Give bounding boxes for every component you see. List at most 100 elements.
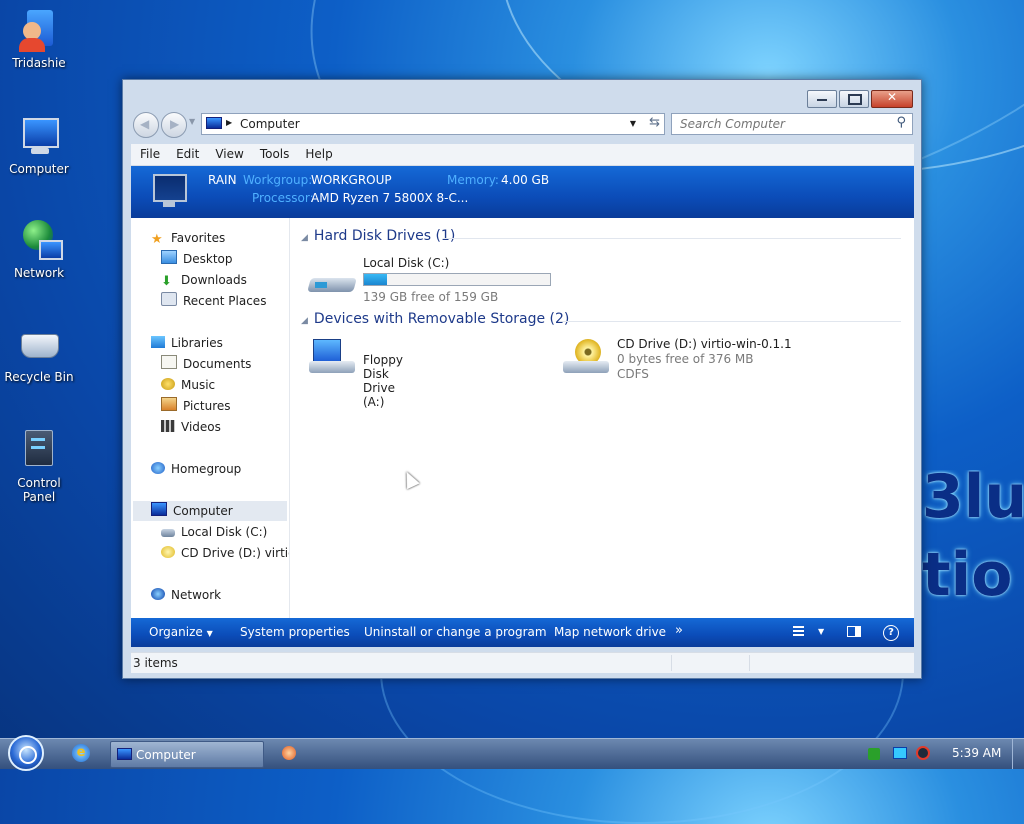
- action-center-icon[interactable]: [868, 748, 880, 760]
- display-icon[interactable]: [893, 747, 907, 759]
- breadcrumb-separator-icon: ▶: [226, 118, 233, 127]
- menu-tools[interactable]: Tools: [251, 144, 297, 161]
- documents-icon: [161, 355, 177, 369]
- music-icon: [161, 378, 175, 390]
- chevron-down-icon: ▼: [818, 627, 825, 636]
- details-header: RAIN Workgroup: WORKGROUP Memory: 4.00 G…: [131, 166, 914, 218]
- floppy-drive-icon: [313, 339, 341, 363]
- nav-documents[interactable]: Documents: [161, 354, 251, 374]
- group-removable-storage[interactable]: ◢ Devices with Removable Storage (2): [301, 311, 569, 327]
- volume-muted-icon[interactable]: [916, 746, 930, 760]
- workgroup-value: WORKGROUP: [311, 173, 392, 187]
- view-options-dropdown[interactable]: ▼: [818, 627, 824, 636]
- search-input[interactable]: [678, 116, 882, 132]
- drive-free-space: 0 bytes free of 376 MB: [617, 352, 754, 366]
- address-bar[interactable]: ▶ Computer ▼ ⇆: [201, 113, 665, 135]
- preview-pane-button[interactable]: [847, 626, 861, 640]
- maximize-icon: [848, 94, 862, 105]
- group-divider: [443, 238, 901, 239]
- back-button[interactable]: ◀: [133, 112, 159, 138]
- libraries-icon: [151, 336, 165, 348]
- drive-name: Floppy Disk Drive (A:): [363, 353, 403, 409]
- drive-file-system: CDFS: [617, 367, 649, 381]
- system-clock[interactable]: 5:39 AM: [952, 746, 1001, 760]
- address-dropdown-icon[interactable]: ▼: [630, 119, 636, 128]
- menu-file[interactable]: File: [131, 144, 167, 161]
- computer-icon: [151, 502, 167, 516]
- menu-view[interactable]: View: [206, 144, 250, 161]
- drive-name: CD Drive (D:) virtio-win-0.1.1: [617, 337, 792, 351]
- recent-pages-dropdown[interactable]: ▼: [189, 117, 195, 126]
- desktop-icon-label: Computer: [9, 162, 69, 176]
- show-desktop-button[interactable]: [1012, 739, 1024, 769]
- nav-homegroup[interactable]: Homegroup: [151, 459, 241, 479]
- nav-libraries[interactable]: Libraries: [151, 333, 223, 353]
- workgroup-label: Workgroup:: [243, 173, 313, 187]
- group-hard-disk-drives[interactable]: ◢ Hard Disk Drives (1): [301, 228, 455, 244]
- organize-button[interactable]: Organize ▼: [149, 625, 213, 639]
- nav-desktop[interactable]: Desktop: [161, 249, 233, 269]
- item-count: 3 items: [133, 656, 178, 670]
- minimize-button[interactable]: [807, 90, 837, 108]
- status-bar: 3 items: [131, 652, 914, 673]
- computer-icon: [206, 117, 222, 129]
- capacity-fill: [364, 274, 388, 285]
- menu-edit[interactable]: Edit: [167, 144, 206, 161]
- hard-drive-icon: [161, 529, 175, 537]
- taskbar-item-label: Computer: [136, 748, 196, 762]
- breadcrumb-computer[interactable]: Computer: [240, 117, 300, 131]
- taskbar: e Computer 5:39 AM: [0, 735, 1024, 771]
- more-commands-button[interactable]: »: [675, 623, 683, 638]
- view-list-icon: [793, 626, 804, 637]
- search-box: ⚲: [671, 113, 913, 135]
- nav-favorites[interactable]: ★ Favorites: [151, 228, 225, 248]
- search-icon[interactable]: ⚲: [896, 115, 906, 130]
- user-folder-icon: [17, 8, 61, 52]
- start-orb-button[interactable]: [8, 735, 44, 771]
- desktop-icon-control-panel[interactable]: Control Panel: [0, 428, 78, 504]
- nav-local-disk[interactable]: Local Disk (C:): [161, 522, 267, 542]
- desktop-icon-label: Control Panel: [17, 476, 61, 504]
- help-button[interactable]: ?: [883, 624, 899, 641]
- memory-label: Memory:: [447, 173, 499, 187]
- desktop-icon-user[interactable]: Tridashie: [0, 8, 78, 70]
- media-player-icon[interactable]: [282, 746, 296, 760]
- taskbar-item-computer[interactable]: Computer: [110, 741, 264, 768]
- nav-computer[interactable]: Computer: [133, 501, 287, 521]
- menu-help[interactable]: Help: [296, 144, 339, 161]
- nav-pictures[interactable]: Pictures: [161, 396, 231, 416]
- control-panel-icon: [17, 428, 61, 472]
- nav-network[interactable]: Network: [151, 585, 221, 605]
- nav-music[interactable]: Music: [161, 375, 215, 395]
- forward-button[interactable]: ▶: [161, 112, 187, 138]
- change-view-button[interactable]: [793, 626, 804, 640]
- desktop-icon-recycle-bin[interactable]: Recycle Bin: [0, 322, 78, 384]
- nav-downloads[interactable]: ⬇ Downloads: [161, 270, 247, 290]
- refresh-icon[interactable]: ⇆: [649, 115, 660, 130]
- title-bar[interactable]: ✕: [123, 80, 921, 108]
- system-properties-button[interactable]: System properties: [240, 625, 350, 639]
- forward-arrow-icon: ▶: [170, 117, 180, 131]
- nav-cd-drive[interactable]: CD Drive (D:) virtio-win-0.1.1: [161, 543, 289, 563]
- minimize-icon: [817, 99, 827, 101]
- content-area: ◢ Hard Disk Drives (1) Local Disk (C:) 13…: [291, 218, 914, 618]
- desktop-icon-label: Tridashie: [12, 56, 66, 70]
- desktop-icon-network[interactable]: Network: [0, 218, 78, 280]
- nav-recent-places[interactable]: Recent Places: [161, 291, 266, 311]
- map-network-drive-button[interactable]: Map network drive: [554, 625, 666, 639]
- desktop-icon-computer[interactable]: Computer: [0, 114, 78, 176]
- mouse-cursor-icon: [400, 468, 420, 490]
- windows-logo-icon: [19, 746, 37, 764]
- uninstall-program-button[interactable]: Uninstall or change a program: [364, 625, 547, 639]
- main-pane: ★ Favorites Desktop ⬇ Downloads Recent Pla…: [131, 218, 914, 618]
- wallpaper-art: 3lu tio: [922, 470, 1024, 610]
- capacity-bar: [363, 273, 551, 286]
- computer-name: RAIN: [208, 173, 237, 187]
- maximize-button[interactable]: [839, 90, 869, 108]
- help-icon: ?: [883, 625, 899, 641]
- network-globe-icon: [17, 218, 63, 262]
- nav-videos[interactable]: Videos: [161, 417, 221, 437]
- close-button[interactable]: ✕: [871, 90, 913, 108]
- desktop-icon: [161, 250, 177, 264]
- internet-explorer-icon[interactable]: e: [72, 744, 90, 762]
